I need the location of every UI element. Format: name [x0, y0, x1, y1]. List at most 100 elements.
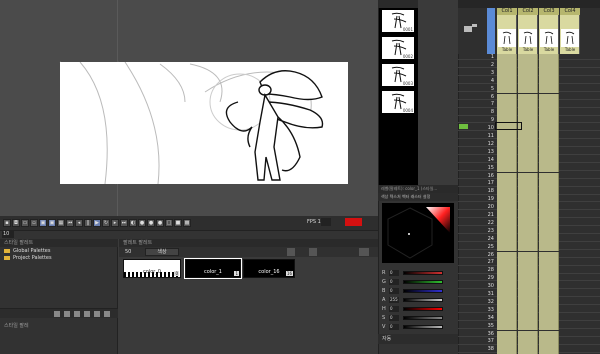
xsheet-cell[interactable] — [497, 267, 517, 276]
xsheet-cell[interactable] — [497, 164, 517, 173]
xsheet-cell[interactable] — [539, 346, 559, 354]
color-slider-row[interactable]: B0 — [381, 288, 457, 295]
slider-value-field[interactable]: 0 — [389, 306, 399, 312]
xsheet-cell[interactable] — [539, 298, 559, 307]
xsheet-row[interactable]: 33 — [458, 306, 600, 315]
xsheet-cell[interactable] — [497, 275, 517, 284]
xsheet-cell[interactable] — [497, 101, 517, 110]
xsheet-cell[interactable] — [497, 346, 517, 354]
slider-track[interactable] — [403, 280, 443, 284]
xsheet-row[interactable]: 14 — [458, 156, 600, 165]
xsheet-cell[interactable] — [539, 156, 559, 165]
view-mode-select[interactable]: 색상 — [145, 248, 179, 256]
freeze-icon[interactable]: ▫ — [30, 219, 38, 227]
xsheet-cell[interactable] — [518, 283, 538, 291]
xsheet-cell[interactable] — [518, 93, 538, 102]
filmstrip-frame[interactable]: 0004 — [382, 91, 414, 113]
checker-icon[interactable]: ▩ — [183, 219, 191, 227]
xsheet-cell[interactable] — [497, 133, 517, 141]
filmstrip-frame[interactable]: 0002 — [382, 37, 414, 59]
style-chip[interactable]: color_1 1 — [184, 258, 242, 279]
channel-green-icon[interactable]: ● — [147, 219, 155, 227]
xsheet-row[interactable]: 21 — [458, 212, 600, 220]
xsheet-row[interactable]: 3 — [458, 69, 600, 78]
xsheet-cell[interactable] — [497, 219, 517, 228]
xsheet-row[interactable]: 23 — [458, 227, 600, 236]
xsheet-row[interactable]: 11 — [458, 133, 600, 141]
xsheet-cell[interactable] — [539, 259, 559, 268]
xsheet-cell[interactable] — [518, 227, 538, 236]
xsheet-cell[interactable] — [539, 314, 559, 323]
xsheet-cell[interactable] — [539, 219, 559, 228]
xsheet-cell[interactable] — [518, 172, 538, 181]
color-slider-row[interactable]: S0 — [381, 315, 457, 322]
xsheet-cell[interactable] — [497, 180, 517, 189]
xsheet-cell[interactable] — [497, 69, 517, 78]
xsheet-cell[interactable] — [539, 172, 559, 181]
slider-track[interactable] — [403, 271, 443, 275]
xsheet-cell[interactable] — [497, 283, 517, 291]
last-frame-icon[interactable]: ⏭ — [120, 219, 128, 227]
xsheet-cell[interactable] — [497, 259, 517, 268]
xsheet-row[interactable]: 35 — [458, 322, 600, 331]
xsheet-cell[interactable] — [539, 204, 559, 212]
xsheet-cell[interactable] — [539, 212, 559, 220]
color-slider-row[interactable]: G0 — [381, 279, 457, 286]
xsheet-cell[interactable] — [497, 291, 517, 299]
xsheet-row[interactable]: 15 — [458, 164, 600, 173]
xsheet-cell[interactable] — [539, 77, 559, 86]
snapshot-icon[interactable]: ◘ — [12, 219, 20, 227]
palette-gizmo-icon[interactable] — [287, 248, 295, 256]
grid-icon[interactable]: ▦ — [57, 219, 65, 227]
compare-icon[interactable]: ▭ — [21, 219, 29, 227]
xsheet-cell[interactable] — [497, 251, 517, 260]
xsheet-cell[interactable] — [497, 156, 517, 165]
slider-track[interactable] — [403, 307, 443, 311]
xsheet-cell[interactable] — [518, 204, 538, 212]
sub-camera-icon[interactable]: ▣ — [48, 219, 56, 227]
filmstrip-frame[interactable]: 0001 — [382, 10, 414, 32]
xsheet-row[interactable]: 6 — [458, 93, 600, 102]
xsheet-cell[interactable] — [497, 188, 517, 197]
color-slider-row[interactable]: A 255 — [381, 297, 457, 304]
xsheet-cell[interactable] — [539, 291, 559, 299]
xsheet-cell[interactable] — [518, 291, 538, 299]
xsheet-cell[interactable] — [539, 243, 559, 252]
save-palette-icon[interactable] — [359, 248, 369, 256]
xsheet-column-header[interactable]: Col1 Table — [497, 8, 517, 54]
xsheet-row[interactable]: 30 — [458, 283, 600, 291]
xsheet-cell[interactable] — [539, 125, 559, 133]
xsheet-row[interactable]: 32 — [458, 298, 600, 307]
xsheet-cell[interactable] — [539, 117, 559, 126]
slider-track[interactable] — [403, 298, 443, 302]
xsheet-cell[interactable] — [518, 251, 538, 260]
xsheet-cell[interactable] — [518, 54, 538, 62]
xsheet-row[interactable]: 28 — [458, 267, 600, 276]
xsheet-row[interactable]: 27 — [458, 259, 600, 268]
xsheet-cell[interactable] — [497, 93, 517, 102]
pause-icon[interactable]: ‖ — [84, 219, 92, 227]
prev-frame-icon[interactable]: ◂ — [75, 219, 83, 227]
xsheet-cell[interactable] — [539, 338, 559, 347]
xsheet-cell[interactable] — [518, 219, 538, 228]
channel-blue-icon[interactable]: ● — [156, 219, 164, 227]
xsheet-row[interactable]: 4 — [458, 77, 600, 86]
xsheet-row[interactable]: 18 — [458, 188, 600, 197]
slider-value-field[interactable]: 255 — [389, 297, 399, 303]
hexagon-color-picker[interactable] — [382, 203, 454, 263]
xsheet-cell[interactable] — [539, 93, 559, 102]
xsheet-cell[interactable] — [497, 322, 517, 331]
style-editor-tabs[interactable]: 색상 텍스처 벡터 래스터 설정 — [378, 193, 458, 201]
xsheet-cell[interactable] — [518, 306, 538, 315]
xsheet-cell[interactable] — [518, 330, 538, 339]
color-slider-row[interactable]: V0 — [381, 324, 457, 331]
loop-icon[interactable]: ↻ — [102, 219, 110, 227]
xsheet-cell[interactable] — [539, 61, 559, 70]
xsheet-row[interactable]: 9 — [458, 117, 600, 126]
slider-value-field[interactable]: 0 — [389, 288, 399, 294]
slider-value-field[interactable]: 0 — [389, 324, 399, 330]
xsheet-row[interactable]: 25 — [458, 243, 600, 252]
style-chip[interactable]: color_16 16 — [243, 259, 295, 278]
xsheet-cell[interactable] — [497, 77, 517, 86]
filmstrip-frame[interactable]: 0003 — [382, 64, 414, 86]
